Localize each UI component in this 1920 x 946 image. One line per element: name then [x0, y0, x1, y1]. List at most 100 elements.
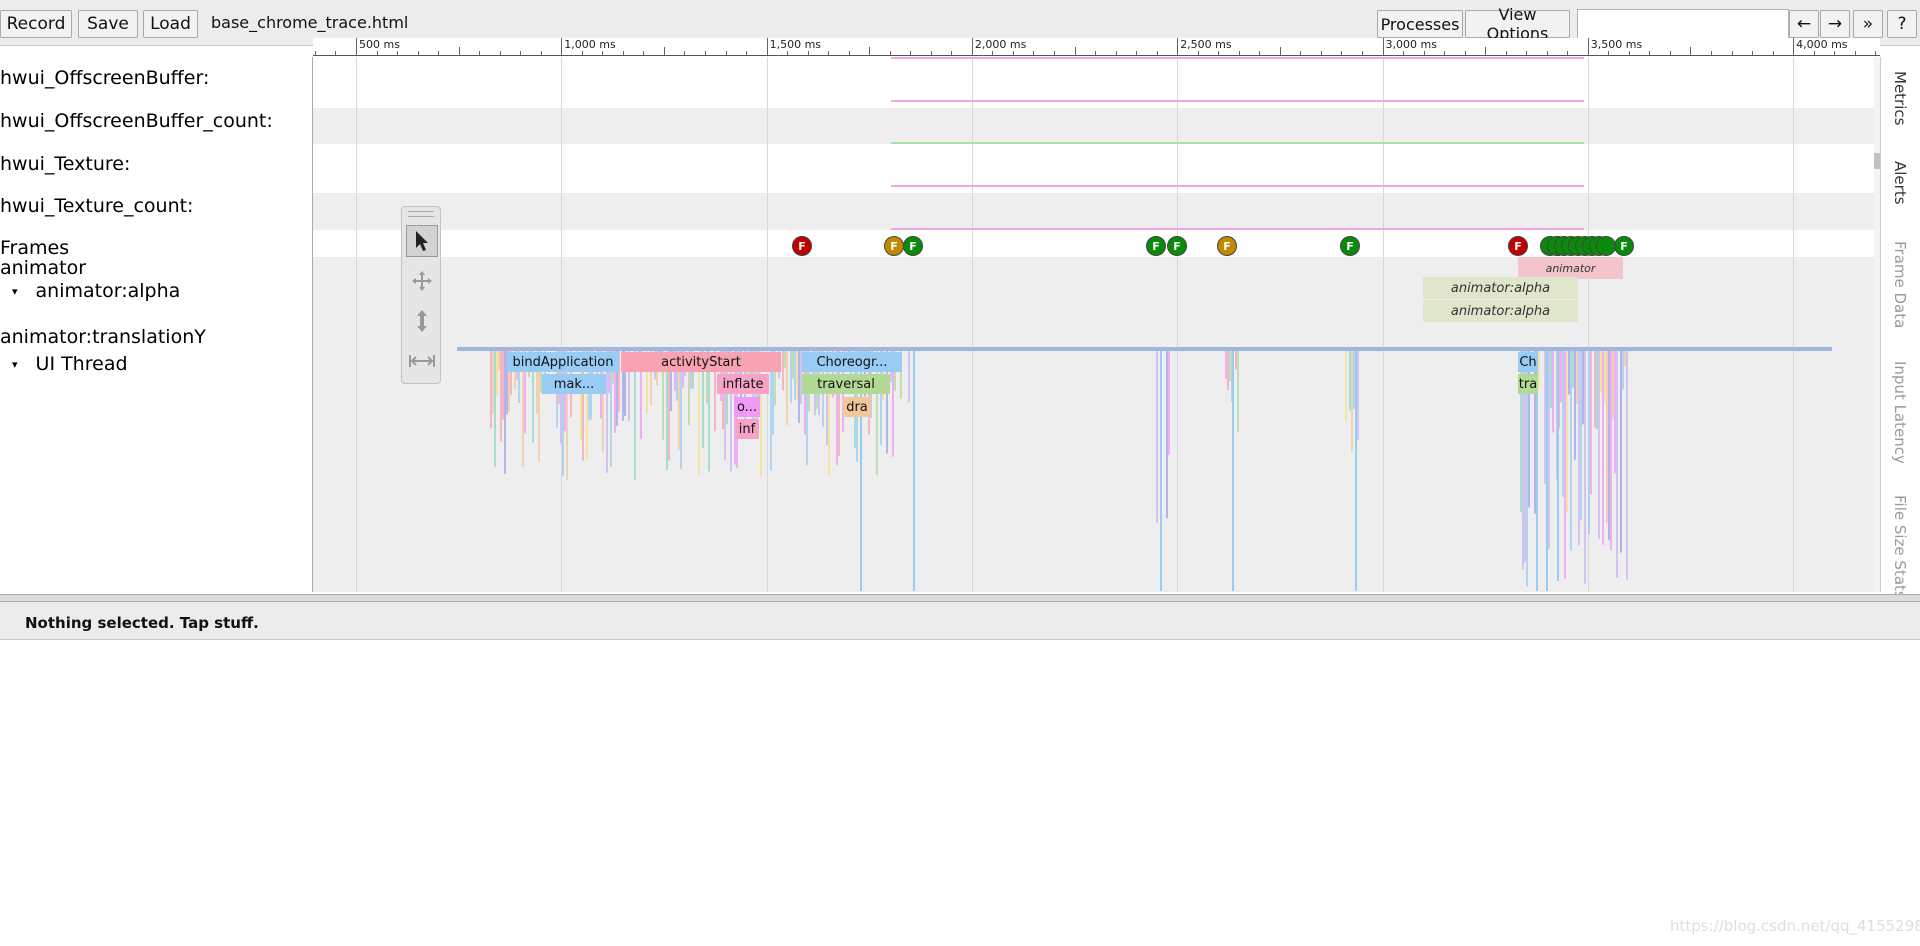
- thread-activity-bar: [1610, 351, 1612, 551]
- thread-activity-bar: [502, 351, 504, 420]
- help-button[interactable]: ?: [1887, 10, 1917, 38]
- track-label-texture[interactable]: hwui_Texture:: [0, 153, 130, 175]
- thread-activity-bar: [790, 351, 792, 404]
- ruler-minor-tick: [663, 47, 665, 55]
- thread-activity-bar: [500, 351, 502, 442]
- ruler-minor-tick: [1361, 51, 1363, 55]
- ruler-minor-tick: [479, 51, 481, 55]
- thread-activity-bar: [1156, 351, 1158, 523]
- thread-activity-bar: [784, 351, 786, 368]
- thread-activity-bar: [786, 351, 788, 425]
- track-label-offscreen-buffer[interactable]: hwui_OffscreenBuffer:: [0, 67, 209, 89]
- slice-inflate[interactable]: inflate: [717, 374, 769, 394]
- ruler-minor-tick: [1567, 51, 1569, 55]
- ruler-minor-tick: [992, 51, 994, 55]
- slice-o[interactable]: o...: [734, 397, 760, 417]
- ruler-tick-label: 1,500 ms: [769, 38, 822, 51]
- ruler-minor-tick: [520, 51, 522, 55]
- file-name: base_chrome_trace.html: [211, 13, 409, 32]
- ruler-minor-tick: [1875, 51, 1877, 55]
- ruler-minor-tick: [705, 51, 706, 55]
- view-options-button[interactable]: View Options: [1465, 5, 1570, 43]
- track-label-animator-translation[interactable]: animator:translationY: [0, 326, 206, 348]
- tab-metrics[interactable]: Metrics: [1891, 71, 1909, 125]
- thread-activity-bar: [1168, 351, 1170, 455]
- ruler-minor-tick: [807, 51, 809, 55]
- track-label-texture-count[interactable]: hwui_Texture_count:: [0, 195, 193, 217]
- thread-activity-bar: [1345, 351, 1347, 422]
- thread-activity-bar: [1560, 351, 1562, 403]
- slice-ch[interactable]: Ch: [1518, 352, 1538, 372]
- ruler-minor-tick: [1033, 51, 1035, 55]
- ruler-minor-tick: [1095, 51, 1097, 55]
- ruler-minor-tick: [1854, 51, 1856, 55]
- timeline-view[interactable]: FFFFFFFFFF animator animator:alpha anima…: [0, 57, 1880, 592]
- track-label-ui-thread[interactable]: ▾ UI Thread: [12, 353, 128, 375]
- ruler-minor-tick: [1300, 51, 1302, 55]
- slice-draw[interactable]: dra: [843, 397, 871, 417]
- ruler-tick-label: 1,000 ms: [564, 38, 616, 51]
- thread-activity-tall-bar: [1232, 351, 1234, 591]
- select-tool-icon[interactable]: [406, 225, 438, 257]
- drag-handle-icon[interactable]: [408, 211, 434, 217]
- ruler-minor-tick: [602, 51, 604, 55]
- thread-activity-bar: [1538, 351, 1540, 389]
- slice-animator-alpha-2[interactable]: animator:alpha: [1423, 300, 1578, 322]
- slice-tra[interactable]: tra: [1518, 374, 1538, 394]
- tab-file-size-stats[interactable]: File Size Stats: [1891, 495, 1909, 599]
- processes-button[interactable]: Processes: [1377, 10, 1463, 38]
- expand-caret-icon[interactable]: ▾: [12, 285, 18, 298]
- pan-tool-icon[interactable]: [406, 265, 438, 297]
- expand-caret-icon[interactable]: ▾: [12, 358, 18, 371]
- thread-activity-bar: [1598, 351, 1600, 539]
- thread-activity-bar: [908, 351, 910, 403]
- track-labels: hwui_OffscreenBuffer: hwui_OffscreenBuff…: [0, 57, 313, 592]
- thread-activity-bar: [1590, 351, 1592, 495]
- ruler-minor-tick: [1731, 51, 1733, 55]
- ruler-minor-tick: [1752, 51, 1754, 55]
- ruler-minor-tick: [1834, 51, 1836, 55]
- slice-bind-application[interactable]: bindApplication: [507, 352, 619, 372]
- track-label-offscreen-buffer-count[interactable]: hwui_OffscreenBuffer_count:: [0, 110, 273, 132]
- next-result-button[interactable]: →: [1820, 10, 1850, 38]
- ruler-minor-tick: [1669, 51, 1671, 55]
- expand-button[interactable]: »: [1853, 10, 1883, 38]
- record-button[interactable]: Record: [0, 10, 72, 38]
- ruler-minor-tick: [622, 51, 624, 55]
- thread-activity-bar: [1624, 351, 1626, 367]
- slice-activity-start[interactable]: activityStart: [621, 352, 781, 372]
- slice-animator-alpha-1[interactable]: animator:alpha: [1423, 277, 1578, 299]
- zoom-tool-icon[interactable]: [406, 305, 438, 337]
- time-ruler[interactable]: 500 ms 1,000 ms 1,500 ms 2,000 ms 2,500 ms 3,…: [313, 38, 1880, 56]
- thread-activity-tall-bar: [1557, 351, 1559, 581]
- slice-inf[interactable]: inf: [735, 419, 759, 439]
- thread-activity-bar: [1626, 351, 1628, 580]
- thread-activity-bar: [1588, 351, 1590, 535]
- tab-frame-data[interactable]: Frame Data: [1891, 241, 1909, 328]
- ruler-minor-tick: [1136, 51, 1138, 55]
- slice-animator[interactable]: animator: [1518, 257, 1623, 279]
- panel-resize-handle[interactable]: [0, 594, 1920, 602]
- slice-choreographer[interactable]: Choreogr...: [802, 352, 902, 372]
- thread-activity-bar: [504, 351, 506, 474]
- search-input[interactable]: [1577, 9, 1789, 39]
- timing-tool-icon[interactable]: [406, 345, 438, 377]
- save-button[interactable]: Save: [78, 10, 138, 38]
- tab-alerts[interactable]: Alerts: [1891, 161, 1909, 205]
- thread-activity-bar: [1550, 351, 1552, 408]
- thread-activity-bar: [1166, 351, 1168, 519]
- thread-activity-bar: [1616, 351, 1618, 578]
- ruler-minor-tick: [1710, 51, 1712, 55]
- slice-traversal[interactable]: traversal: [802, 374, 890, 394]
- ruler-minor-tick: [1156, 51, 1158, 55]
- thread-activity-bar: [794, 351, 796, 401]
- slice-make[interactable]: mak...: [542, 374, 606, 394]
- load-button[interactable]: Load: [143, 10, 198, 38]
- thread-activity-tall-bar: [1160, 351, 1162, 591]
- ruler-minor-tick: [848, 51, 850, 55]
- tab-input-latency[interactable]: Input Latency: [1891, 361, 1909, 464]
- track-label-animator-alpha[interactable]: ▾ animator:alpha: [12, 280, 180, 302]
- prev-result-button[interactable]: ←: [1789, 10, 1819, 38]
- track-label-animator[interactable]: animator: [0, 257, 86, 279]
- track-label-frames[interactable]: Frames: [0, 237, 69, 259]
